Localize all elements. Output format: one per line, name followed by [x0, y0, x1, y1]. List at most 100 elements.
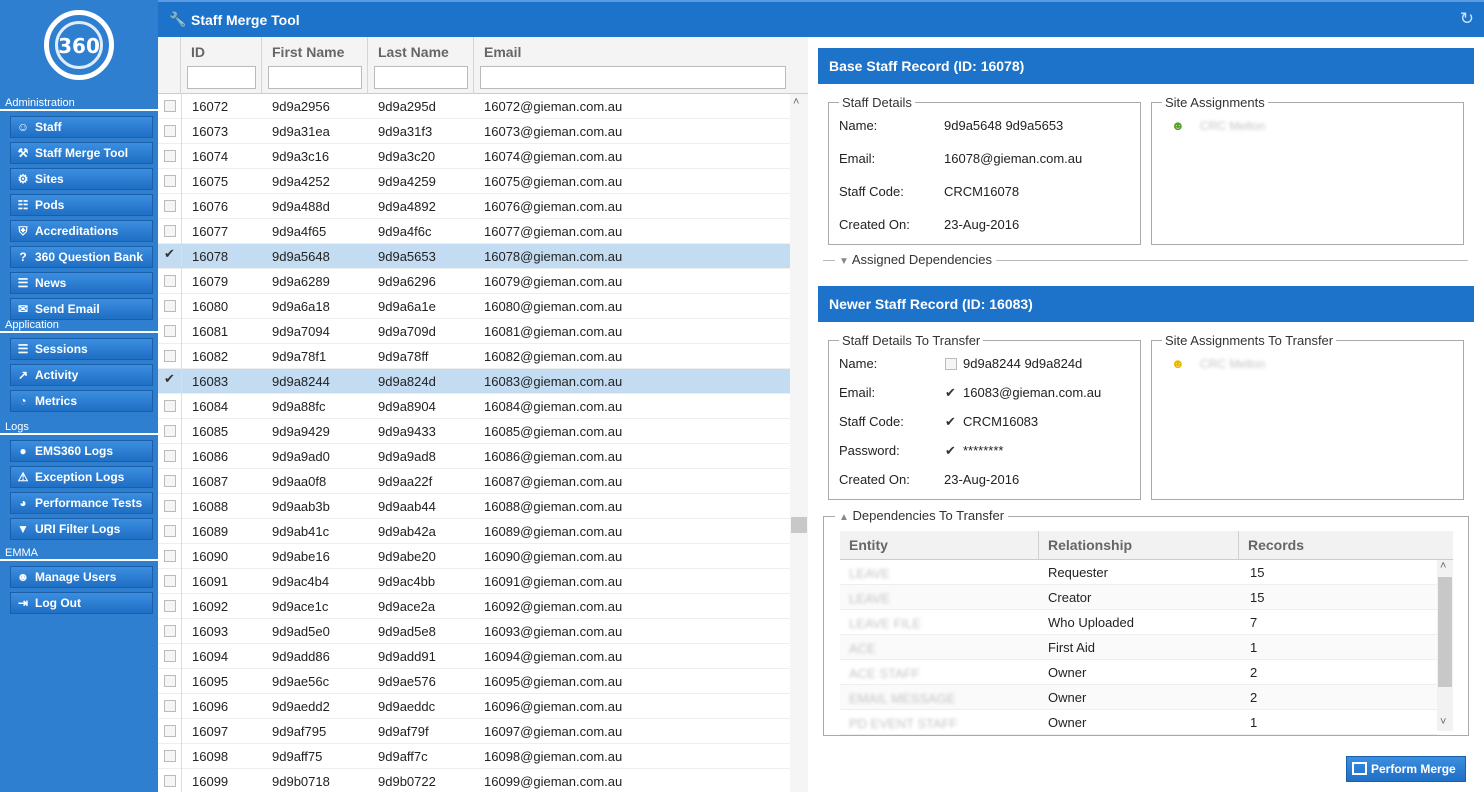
table-row[interactable]: 16095 9d9ae56c 9d9ae576 16095@gieman.com.au	[158, 669, 790, 694]
grid-scrollbar[interactable]: ˄	[790, 94, 808, 792]
column-header-id[interactable]: ID	[181, 37, 262, 94]
table-row[interactable]: 16092 9d9ace1c 9d9ace2a 16092@gieman.com.au	[158, 594, 790, 619]
code-transfer-checkbox[interactable]: ✔	[945, 415, 957, 428]
row-checkbox[interactable]	[164, 225, 176, 237]
table-row[interactable]: 16098 9d9aff75 9d9aff7c 16098@gieman.com.au	[158, 744, 790, 769]
dependency-row[interactable]: EMAIL MESSAGE Owner 2	[840, 685, 1437, 710]
dependency-row[interactable]: PD EVENT STAFF Owner 1	[840, 710, 1437, 735]
row-checkbox[interactable]	[164, 325, 176, 337]
sidebar-item-ems360-logs[interactable]: ● EMS360 Logs	[10, 440, 153, 462]
sidebar-item-news[interactable]: ☰ News	[10, 272, 153, 294]
sidebar-item-manage-users[interactable]: ☻ Manage Users	[10, 566, 153, 588]
table-row[interactable]: ✔ 16078 9d9a5648 9d9a5653 16078@gieman.com.a…	[158, 244, 790, 269]
scroll-thumb[interactable]	[791, 517, 807, 533]
table-row[interactable]: 16097 9d9af795 9d9af79f 16097@gieman.com.au	[158, 719, 790, 744]
dependency-row[interactable]: LEAVE Creator 15	[840, 585, 1437, 610]
last-name-filter-input[interactable]	[374, 66, 468, 89]
table-row[interactable]: 16099 9d9b0718 9d9b0722 16099@gieman.com.au	[158, 769, 790, 792]
scroll-up-icon[interactable]: ˄	[1440, 560, 1446, 572]
sidebar-item-metrics[interactable]: ◔ Metrics	[10, 390, 153, 412]
refresh-icon[interactable]: ↻	[1460, 9, 1474, 29]
scroll-down-icon[interactable]: ˅	[1440, 716, 1446, 728]
sidebar-item-log-out[interactable]: ⇥ Log Out	[10, 592, 153, 614]
row-checkbox[interactable]	[164, 275, 176, 287]
assigned-dependencies-toggle[interactable]: ▼ Assigned Dependencies	[835, 252, 997, 267]
table-row[interactable]: 16079 9d9a6289 9d9a6296 16079@gieman.com.au	[158, 269, 790, 294]
sidebar-item-accreditations[interactable]: ⛨ Accreditations	[10, 220, 153, 242]
row-checkbox[interactable]	[164, 200, 176, 212]
sidebar-item-pods[interactable]: ☷ Pods	[10, 194, 153, 216]
table-row[interactable]: ✔ 16083 9d9a8244 9d9a824d 16083@gieman.com.a…	[158, 369, 790, 394]
row-checkbox[interactable]	[164, 500, 176, 512]
table-row[interactable]: 16077 9d9a4f65 9d9a4f6c 16077@gieman.com.au	[158, 219, 790, 244]
dependencies-scrollbar[interactable]: ˄ ˅	[1437, 560, 1453, 731]
table-row[interactable]: 16081 9d9a7094 9d9a709d 16081@gieman.com.au	[158, 319, 790, 344]
table-row[interactable]: 16076 9d9a488d 9d9a4892 16076@gieman.com.au	[158, 194, 790, 219]
table-row[interactable]: 16088 9d9aab3b 9d9aab44 16088@gieman.com.au	[158, 494, 790, 519]
table-row[interactable]: 16075 9d9a4252 9d9a4259 16075@gieman.com.au	[158, 169, 790, 194]
column-header-first-name[interactable]: First Name	[262, 37, 368, 94]
table-row[interactable]: 16073 9d9a31ea 9d9a31f3 16073@gieman.com.au	[158, 119, 790, 144]
table-row[interactable]: 16087 9d9aa0f8 9d9aa22f 16087@gieman.com.au	[158, 469, 790, 494]
dependencies-toggle[interactable]: ▲ Dependencies To Transfer	[835, 508, 1009, 523]
row-checkbox[interactable]	[164, 775, 176, 787]
row-checkbox[interactable]	[164, 700, 176, 712]
sidebar-item-staff[interactable]: ☺ Staff	[10, 116, 153, 138]
row-checkbox[interactable]	[164, 725, 176, 737]
sidebar-item-sites[interactable]: ⚙ Sites	[10, 168, 153, 190]
table-row[interactable]: 16086 9d9a9ad0 9d9a9ad8 16086@gieman.com.au	[158, 444, 790, 469]
table-row[interactable]: 16085 9d9a9429 9d9a9433 16085@gieman.com.au	[158, 419, 790, 444]
row-checkbox[interactable]	[164, 750, 176, 762]
table-row[interactable]: 16082 9d9a78f1 9d9a78ff 16082@gieman.com.au	[158, 344, 790, 369]
sidebar-item-360-question-bank[interactable]: ? 360 Question Bank	[10, 246, 153, 268]
row-checkbox[interactable]	[164, 300, 176, 312]
table-row[interactable]: 16094 9d9add86 9d9add91 16094@gieman.com.au	[158, 644, 790, 669]
row-checkbox[interactable]	[164, 600, 176, 612]
dependencies-scroll-thumb[interactable]	[1438, 577, 1452, 687]
dependency-row[interactable]: LEAVE Requester 15	[840, 560, 1437, 585]
sidebar-item-sessions[interactable]: ☰ Sessions	[10, 338, 153, 360]
perform-merge-button[interactable]: Perform Merge	[1346, 756, 1466, 782]
row-checkbox[interactable]	[164, 125, 176, 137]
column-header-last-name[interactable]: Last Name	[368, 37, 474, 94]
row-checkbox[interactable]	[164, 425, 176, 437]
table-row[interactable]: 16084 9d9a88fc 9d9a8904 16084@gieman.com.au	[158, 394, 790, 419]
dep-column-records[interactable]: Records	[1239, 531, 1453, 560]
row-checkbox[interactable]	[164, 475, 176, 487]
table-row[interactable]: 16074 9d9a3c16 9d9a3c20 16074@gieman.com.au	[158, 144, 790, 169]
row-checkbox[interactable]	[164, 450, 176, 462]
name-transfer-checkbox[interactable]	[945, 358, 957, 370]
table-row[interactable]: 16091 9d9ac4b4 9d9ac4bb 16091@gieman.com.au	[158, 569, 790, 594]
column-header-email[interactable]: Email	[474, 37, 790, 94]
table-row[interactable]: 16089 9d9ab41c 9d9ab42a 16089@gieman.com.au	[158, 519, 790, 544]
scroll-up-icon[interactable]: ˄	[793, 96, 799, 108]
dep-column-relationship[interactable]: Relationship	[1039, 531, 1239, 560]
sidebar-item-performance-tests[interactable]: ◕ Performance Tests	[10, 492, 153, 514]
row-checkbox[interactable]	[164, 625, 176, 637]
email-filter-input[interactable]	[480, 66, 786, 89]
row-checkbox[interactable]: ✔	[164, 247, 176, 260]
row-checkbox[interactable]: ✔	[164, 372, 176, 385]
dependency-row[interactable]: ACE First Aid 1	[840, 635, 1437, 660]
email-transfer-checkbox[interactable]: ✔	[945, 386, 957, 399]
sidebar-item-activity[interactable]: ↗ Activity	[10, 364, 153, 386]
table-row[interactable]: 16096 9d9aedd2 9d9aeddc 16096@gieman.com.au	[158, 694, 790, 719]
id-filter-input[interactable]	[187, 66, 256, 89]
row-checkbox[interactable]	[164, 400, 176, 412]
sidebar-item-exception-logs[interactable]: ⚠ Exception Logs	[10, 466, 153, 488]
row-checkbox[interactable]	[164, 550, 176, 562]
row-checkbox[interactable]	[164, 575, 176, 587]
row-checkbox[interactable]	[164, 650, 176, 662]
row-checkbox[interactable]	[164, 175, 176, 187]
password-transfer-checkbox[interactable]: ✔	[945, 444, 957, 457]
table-row[interactable]: 16090 9d9abe16 9d9abe20 16090@gieman.com.au	[158, 544, 790, 569]
dependency-row[interactable]: LEAVE FILE Who Uploaded 7	[840, 610, 1437, 635]
table-row[interactable]: 16080 9d9a6a18 9d9a6a1e 16080@gieman.com.au	[158, 294, 790, 319]
table-row[interactable]: 16093 9d9ad5e0 9d9ad5e8 16093@gieman.com.au	[158, 619, 790, 644]
row-checkbox[interactable]	[164, 150, 176, 162]
sidebar-item-uri-filter-logs[interactable]: ▼ URI Filter Logs	[10, 518, 153, 540]
row-checkbox[interactable]	[164, 525, 176, 537]
dep-column-entity[interactable]: Entity	[840, 531, 1039, 560]
table-row[interactable]: 16072 9d9a2956 9d9a295d 16072@gieman.com.au	[158, 94, 790, 119]
dependency-row[interactable]: ACE STAFF Owner 2	[840, 660, 1437, 685]
